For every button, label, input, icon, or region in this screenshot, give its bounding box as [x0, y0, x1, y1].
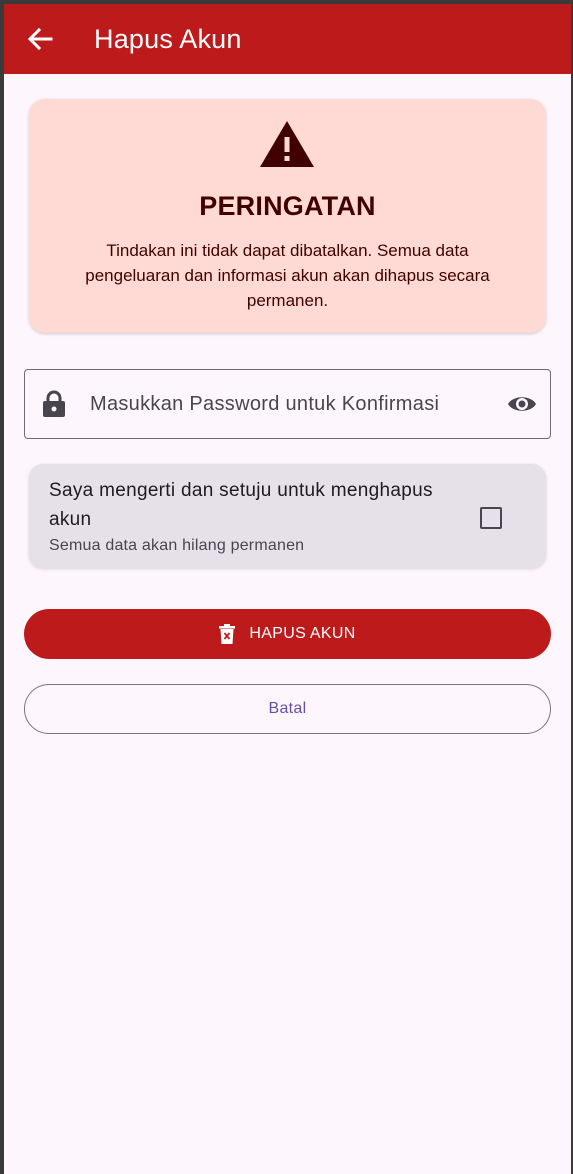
warning-triangle-icon [260, 121, 314, 167]
back-button[interactable] [22, 21, 58, 57]
trash-icon [219, 624, 236, 644]
confirm-title: Saya mengerti dan setuju untuk menghapus… [49, 480, 433, 530]
password-field[interactable]: Masukkan Password untuk Konfirmasi [24, 369, 551, 439]
delete-account-button[interactable]: HAPUS AKUN [24, 609, 551, 659]
eye-icon[interactable] [507, 392, 537, 416]
page-title: Hapus Akun [94, 24, 242, 54]
confirm-checkbox-tile[interactable]: Saya mengerti dan setuju untuk menghapus… [29, 464, 546, 568]
warning-title: PERINGATAN [199, 191, 376, 221]
cancel-label: Batal [268, 700, 307, 717]
confirm-subtitle: Semua data akan hilang permanen [49, 537, 305, 554]
agree-checkbox[interactable] [480, 507, 502, 529]
app-bar: Hapus Akun [4, 4, 571, 74]
arrow-left-icon [27, 27, 53, 51]
warning-message: Tindakan ini tidak dapat dibatalkan. Sem… [85, 241, 490, 310]
password-placeholder: Masukkan Password untuk Konfirmasi [90, 393, 440, 415]
cancel-button[interactable]: Batal [24, 684, 551, 734]
screen: Hapus Akun PERINGATAN Tindakan ini tidak… [4, 4, 571, 1174]
delete-account-label: HAPUS AKUN [249, 625, 356, 642]
warning-card: PERINGATAN Tindakan ini tidak dapat diba… [29, 99, 546, 333]
lock-icon [43, 390, 65, 417]
